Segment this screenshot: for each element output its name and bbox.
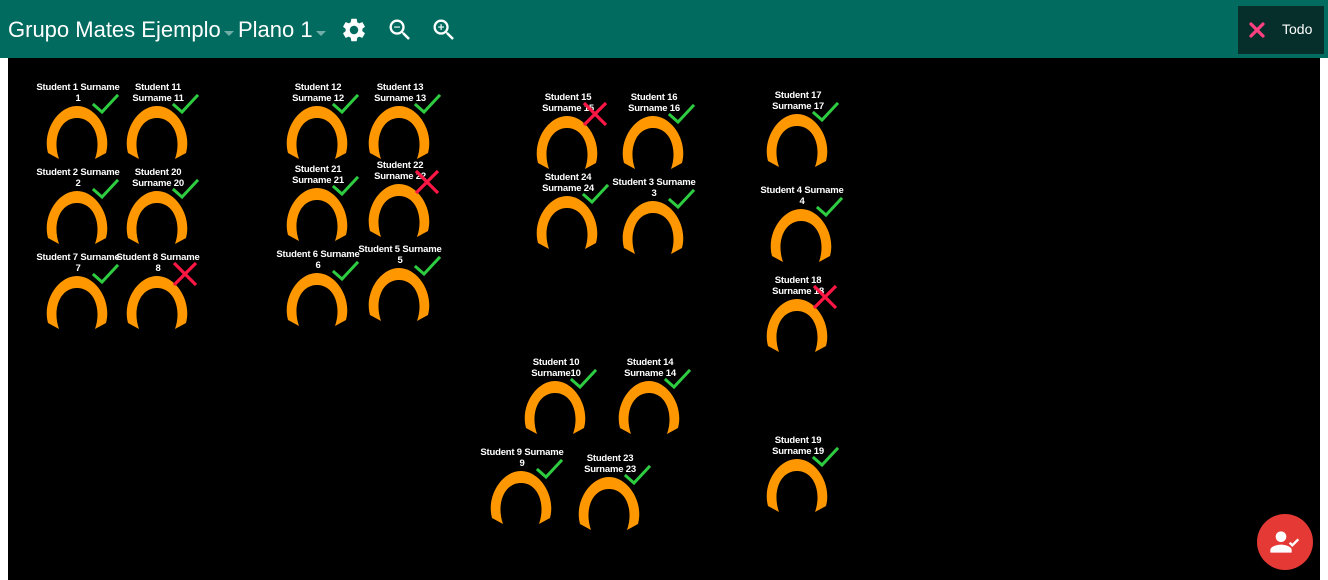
plan-select[interactable]: Plano 1 [238,14,326,46]
chevron-down-icon [223,30,234,36]
student-seat[interactable]: Student 22 Surname 22 [360,160,442,245]
student-seat[interactable]: Student 17 Surname 17 [758,90,840,175]
student-seat[interactable]: Student 23 Surname 23 [570,453,652,538]
present-check-icon [568,364,598,394]
student-seat[interactable]: Student 1 Surname 1 [36,82,120,167]
student-seat[interactable]: Student 20 Surname 20 [118,167,200,252]
close-icon [1249,22,1265,38]
chevron-down-icon [315,30,326,36]
absent-cross-icon [412,167,442,197]
group-select[interactable]: Grupo Mates Ejemplo [8,14,234,46]
student-seat[interactable]: Student 21 Surname 21 [278,164,360,249]
absent-cross-icon [170,259,200,289]
student-seat[interactable]: Student 3 Surname 3 [612,177,696,262]
student-seat[interactable]: Student 6 Surname 6 [276,249,360,334]
student-seat[interactable]: Student 10 Surname10 [516,357,598,442]
present-check-icon [534,454,564,484]
filter-all-label: Todo [1282,21,1313,37]
present-check-icon [666,184,696,214]
student-seat[interactable]: Student 13 Surname 13 [360,82,442,167]
present-check-icon [412,89,442,119]
absent-cross-icon [580,99,610,129]
student-seat[interactable]: Student 12 Surname 12 [278,82,360,167]
absent-cross-icon [810,282,840,312]
take-attendance-icon [1270,531,1300,553]
gear-icon[interactable] [340,16,368,44]
student-seat[interactable]: Student 5 Surname 5 [358,244,442,329]
present-check-icon [170,174,200,204]
student-seat[interactable]: Student 16 Surname 16 [614,92,696,177]
toolbar: Grupo Mates Ejemplo Plano 1 Todo [0,0,1328,58]
zoom-out-icon[interactable] [386,16,414,44]
present-check-icon [662,364,692,394]
present-check-icon [412,251,442,281]
present-check-icon [810,97,840,127]
take-attendance-button[interactable] [1257,514,1313,570]
app-window: Grupo Mates Ejemplo Plano 1 Todo Student… [0,0,1328,580]
student-seat[interactable]: Student 11 Surname 11 [118,82,200,167]
student-seat[interactable]: Student 8 Surname 8 [116,252,200,337]
student-seat[interactable]: Student 4 Surname 4 [760,185,844,270]
group-select-value: Grupo Mates Ejemplo [8,17,221,42]
student-seat[interactable]: Student 9 Surname 9 [480,447,564,532]
plan-select-value: Plano 1 [238,17,313,42]
present-check-icon [622,460,652,490]
present-check-icon [170,89,200,119]
student-seat[interactable]: Student 2 Surname 2 [36,167,120,252]
student-seat[interactable]: Student 15 Surname 15 [528,92,610,177]
student-seat[interactable]: Student 24 Surname 24 [528,172,610,257]
present-check-icon [666,99,696,129]
present-check-icon [580,179,610,209]
student-seat[interactable]: Student 19 Surname 19 [758,435,840,520]
seating-plan-canvas: Student 1 Surname 1 Student 11 Surname 11 St… [8,58,1320,580]
present-check-icon [814,192,844,222]
student-seat[interactable]: Student 14 Surname 14 [610,357,692,442]
zoom-in-icon[interactable] [430,16,458,44]
student-seat[interactable]: Student 7 Surname 7 [36,252,120,337]
present-check-icon [810,442,840,472]
student-seat[interactable]: Student 18 Surname 18 [758,275,840,360]
filter-all-button[interactable]: Todo [1238,6,1324,54]
